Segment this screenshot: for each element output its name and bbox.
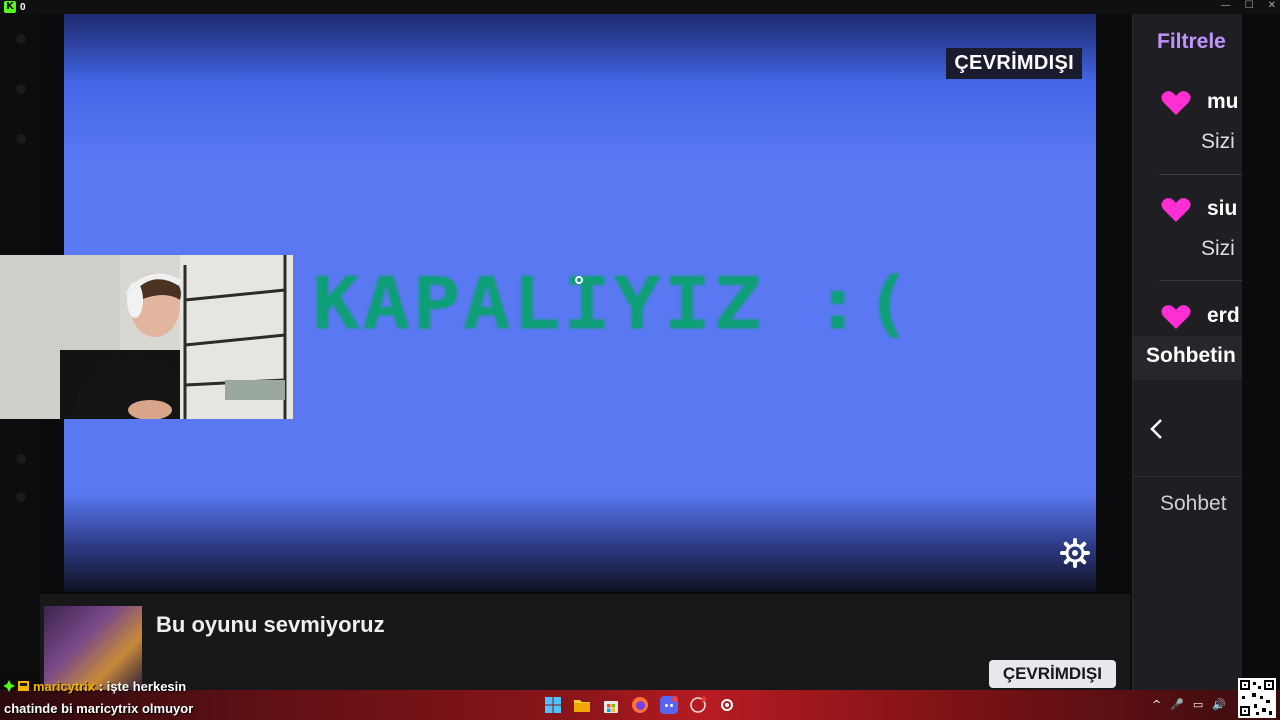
maximize-button[interactable]: ☐ (1245, 0, 1254, 11)
desktop: K 0 — ☐ ✕ ÇEVRİMDIŞI KAPALIYIZ :(Bu oyu… (0, 0, 1280, 720)
kick-viewer-badge: K 0 (4, 1, 26, 13)
steelseries-icon[interactable] (718, 696, 736, 714)
volume-icon[interactable]: 🔊 (1212, 698, 1226, 711)
offline-screen-text: KAPALIYIZ :( (312, 262, 914, 346)
chat-divider (1159, 280, 1242, 281)
microphone-icon[interactable]: 🎤 (1170, 698, 1184, 711)
file-explorer-icon[interactable] (573, 696, 591, 714)
chat-subtext: Sizi (1201, 130, 1235, 153)
stream-info-bar: Bu oyunu sevmiyoruz ÇEVRİMDIŞI (40, 594, 1130, 690)
chat-input-placeholder[interactable]: Sohbet (1160, 492, 1227, 516)
discord-icon[interactable] (660, 696, 678, 714)
sidebar-channel-avatar[interactable] (16, 134, 26, 144)
chat-divider (1133, 476, 1242, 477)
heart-icon (1161, 305, 1191, 329)
chat-panel: Filtrele ✕ mu Sizi siu Sizi erd Sohbetin… (1132, 14, 1242, 690)
overlay-chat-message-continued: chatinde bi maricytrix olmuyor (4, 701, 194, 717)
chat-subtext: Sizi (1201, 237, 1235, 260)
chat-username: mu (1207, 90, 1239, 113)
display-icon[interactable]: ▭ (1193, 698, 1203, 711)
sidebar-channel-avatar[interactable] (16, 84, 26, 94)
window-controls: — ☐ ✕ (1221, 0, 1276, 11)
top-bar: K 0 — ☐ ✕ (0, 0, 1280, 14)
chat-header: Sohbetin (1133, 336, 1242, 380)
heart-icon (1161, 198, 1191, 222)
windows-start-icon[interactable] (544, 696, 562, 714)
firefox-icon[interactable] (631, 696, 649, 714)
webcam-overlay (0, 255, 293, 419)
tray-chevron-icon[interactable]: ^ (1152, 698, 1161, 711)
close-window-button[interactable]: ✕ (1268, 0, 1276, 11)
badge-icons (3, 680, 29, 693)
chat-username: siu (1207, 197, 1238, 220)
chat-divider (1159, 174, 1242, 175)
kick-logo-icon: K (4, 1, 16, 13)
chat-badges (3, 677, 30, 698)
stream-title: Bu oyunu sevmiyoruz (156, 612, 385, 637)
chat-username: erd (1207, 304, 1240, 327)
app-icon[interactable] (689, 696, 707, 714)
filter-title: Filtrele (1157, 30, 1226, 53)
chevron-left-icon[interactable] (1147, 418, 1167, 440)
sidebar-channel-avatar[interactable] (16, 34, 26, 44)
chat-overlay: maricytrix : işte herkesin chatinde bi m… (3, 676, 194, 719)
mouse-cursor-icon (575, 276, 583, 284)
heart-icon (1161, 91, 1191, 115)
overlay-chat-separator: : (95, 679, 107, 694)
sidebar-channel-avatar[interactable] (16, 492, 26, 502)
webcam-feed-image (0, 255, 293, 419)
sidebar-channel-avatar[interactable] (16, 454, 26, 464)
qr-code-icon (1238, 678, 1276, 718)
overlay-chat-message: işte herkesin (106, 679, 187, 694)
overlay-chat-line: maricytrix : işte herkesin (3, 676, 193, 698)
overlay-chat-username: maricytrix (33, 679, 96, 694)
offline-status-button[interactable]: ÇEVRİMDIŞI (988, 660, 1116, 688)
taskbar-apps (544, 696, 736, 714)
minimize-button[interactable]: — (1221, 0, 1231, 11)
right-edge (1242, 14, 1280, 690)
offline-status-badge: ÇEVRİMDIŞI (946, 48, 1082, 79)
store-icon[interactable] (602, 696, 620, 714)
settings-gear-icon[interactable] (1060, 538, 1090, 568)
kick-count: 0 (20, 1, 26, 13)
system-tray: ^ 🎤 ▭ 🔊 (1152, 698, 1226, 711)
